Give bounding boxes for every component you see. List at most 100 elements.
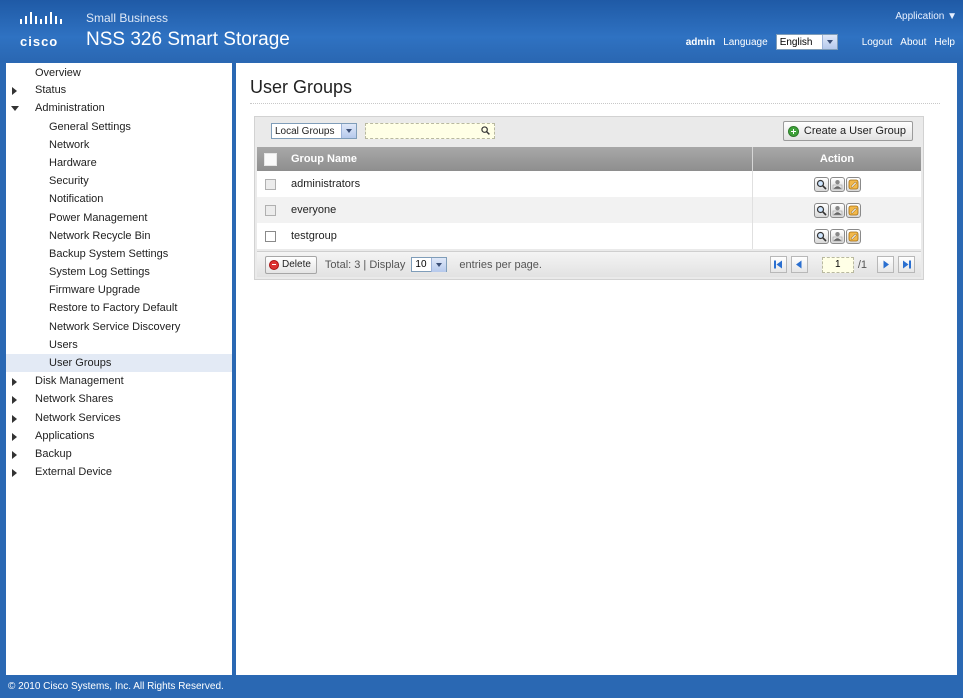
group-name-cell: administrators	[283, 171, 753, 197]
sidebar-item-users[interactable]: Users	[6, 336, 232, 354]
chevron-down-icon[interactable]	[821, 35, 837, 49]
expand-arrow-icon	[12, 414, 17, 423]
column-header-action: Action	[819, 153, 855, 165]
expand-arrow-icon	[12, 87, 17, 96]
collapse-arrow-icon	[11, 106, 19, 112]
row-checkbox[interactable]	[264, 178, 276, 190]
sidebar-item-label: Status	[35, 84, 67, 97]
page-total-text: /1	[857, 258, 867, 271]
sidebar-item-label: Disk Management	[35, 375, 124, 388]
sidebar-item-restore-factory-default[interactable]: Restore to Factory Default	[6, 299, 232, 317]
edit-quota-icon[interactable]	[845, 176, 861, 192]
help-link[interactable]: Help	[934, 37, 955, 48]
user-groups-table: Group Name Action administrators everyon…	[257, 147, 921, 249]
delete-icon	[269, 259, 279, 270]
search-icon[interactable]	[481, 126, 490, 135]
table-row: everyone	[257, 197, 921, 223]
sidebar-item-external-device[interactable]: External Device	[6, 463, 232, 481]
chevron-down-icon[interactable]	[341, 124, 356, 138]
about-link[interactable]: About	[900, 37, 926, 48]
sidebar-item-backup-system-settings[interactable]: Backup System Settings	[6, 245, 232, 263]
sidebar-item-network-recycle-bin[interactable]: Network Recycle Bin	[6, 227, 232, 245]
sidebar-item-disk-management[interactable]: Disk Management	[6, 372, 232, 390]
expand-arrow-icon	[12, 450, 17, 459]
sidebar-item-firmware-upgrade[interactable]: Firmware Upgrade	[6, 281, 232, 299]
sidebar-item-power-management[interactable]: Power Management	[6, 209, 232, 227]
create-user-group-label: Create a User Group	[803, 125, 906, 137]
edit-members-icon[interactable]	[829, 176, 845, 192]
view-icon[interactable]	[813, 228, 829, 244]
edit-members-icon[interactable]	[829, 202, 845, 218]
sidebar-item-system-log-settings[interactable]: System Log Settings	[6, 263, 232, 281]
user-groups-panel: Local Groups Create a User Group Group N…	[254, 116, 924, 280]
entries-per-page-text: entries per page.	[459, 258, 542, 271]
app-header: cisco Small Business NSS 326 Smart Stora…	[0, 0, 963, 62]
sidebar-item-hardware[interactable]: Hardware	[6, 154, 232, 172]
table-row: administrators	[257, 171, 921, 197]
sidebar-item-network-service-discovery[interactable]: Network Service Discovery	[6, 318, 232, 336]
sidebar-item-label: External Device	[35, 466, 113, 479]
sidebar-item-network[interactable]: Network	[6, 136, 232, 154]
page-number-input[interactable]: 1	[821, 256, 854, 273]
last-page-icon[interactable]	[898, 256, 915, 273]
sidebar-item-overview[interactable]: Overview	[6, 63, 232, 81]
view-icon[interactable]	[813, 202, 829, 218]
column-header-group-name[interactable]: Group Name	[283, 147, 753, 171]
title-divider	[250, 103, 940, 104]
row-checkbox[interactable]	[264, 204, 276, 216]
edit-quota-icon[interactable]	[845, 228, 861, 244]
delete-label: Delete	[282, 259, 311, 270]
username: admin	[685, 36, 716, 48]
delete-button[interactable]: Delete	[265, 255, 317, 274]
language-label: Language	[723, 36, 768, 48]
total-count-text: Total: 3 | Display	[324, 258, 406, 271]
select-all-checkbox[interactable]	[263, 152, 277, 166]
sidebar-item-label: Applications	[35, 429, 95, 442]
expand-arrow-icon	[12, 432, 17, 441]
cisco-bars-icon	[20, 12, 62, 24]
page-navigation: 1 /1	[769, 256, 915, 273]
language-select[interactable]: English	[775, 34, 838, 50]
footer-copyright: © 2010 Cisco Systems, Inc. All Rights Re…	[0, 676, 963, 698]
cisco-logo: cisco	[20, 8, 68, 49]
sidebar-item-applications[interactable]: Applications	[6, 427, 232, 445]
pagination-bar: Delete Total: 3 | Display 10 entries per…	[257, 251, 921, 277]
next-page-icon[interactable]	[877, 256, 894, 273]
application-menu[interactable]: Application ▼	[895, 11, 957, 22]
sidebar-item-network-services[interactable]: Network Services	[6, 409, 232, 427]
group-type-value: Local Groups	[275, 125, 335, 137]
product-title: NSS 326 Smart Storage	[86, 29, 290, 50]
logo-wordmark: cisco	[20, 34, 59, 49]
expand-arrow-icon	[12, 378, 17, 387]
sidebar-item-label: Network Services	[35, 411, 121, 424]
table-row: testgroup	[257, 223, 921, 249]
group-name-cell: testgroup	[283, 223, 753, 249]
sidebar-item-security[interactable]: Security	[6, 172, 232, 190]
logout-link[interactable]: Logout	[862, 37, 893, 48]
chevron-down-icon[interactable]	[431, 257, 447, 272]
sidebar-item-label: Administration	[35, 102, 105, 115]
sidebar-item-notification[interactable]: Notification	[6, 190, 232, 208]
sidebar-item-backup[interactable]: Backup	[6, 445, 232, 463]
group-type-select[interactable]: Local Groups	[271, 123, 357, 139]
sidebar-item-network-shares[interactable]: Network Shares	[6, 390, 232, 408]
create-user-group-button[interactable]: Create a User Group	[782, 121, 913, 141]
sidebar-item-status[interactable]: Status	[6, 81, 232, 99]
edit-quota-icon[interactable]	[845, 202, 861, 218]
table-header: Group Name Action	[257, 147, 921, 171]
entries-per-page-select[interactable]: 10	[411, 257, 448, 272]
sidebar-item-administration[interactable]: Administration	[6, 99, 232, 117]
expand-arrow-icon	[12, 396, 17, 405]
view-icon[interactable]	[813, 176, 829, 192]
search-input[interactable]	[365, 123, 495, 139]
edit-members-icon[interactable]	[829, 228, 845, 244]
sidebar-item-general-settings[interactable]: General Settings	[6, 118, 232, 136]
group-name-cell: everyone	[283, 197, 753, 223]
first-page-icon[interactable]	[769, 256, 787, 273]
sidebar-item-label: Network Shares	[35, 393, 114, 406]
sidebar-item-user-groups[interactable]: User Groups	[6, 354, 232, 373]
page-title: User Groups	[250, 77, 353, 97]
brand-subtitle: Small Business	[86, 11, 169, 25]
previous-page-icon[interactable]	[790, 256, 808, 273]
row-checkbox[interactable]	[264, 230, 276, 242]
